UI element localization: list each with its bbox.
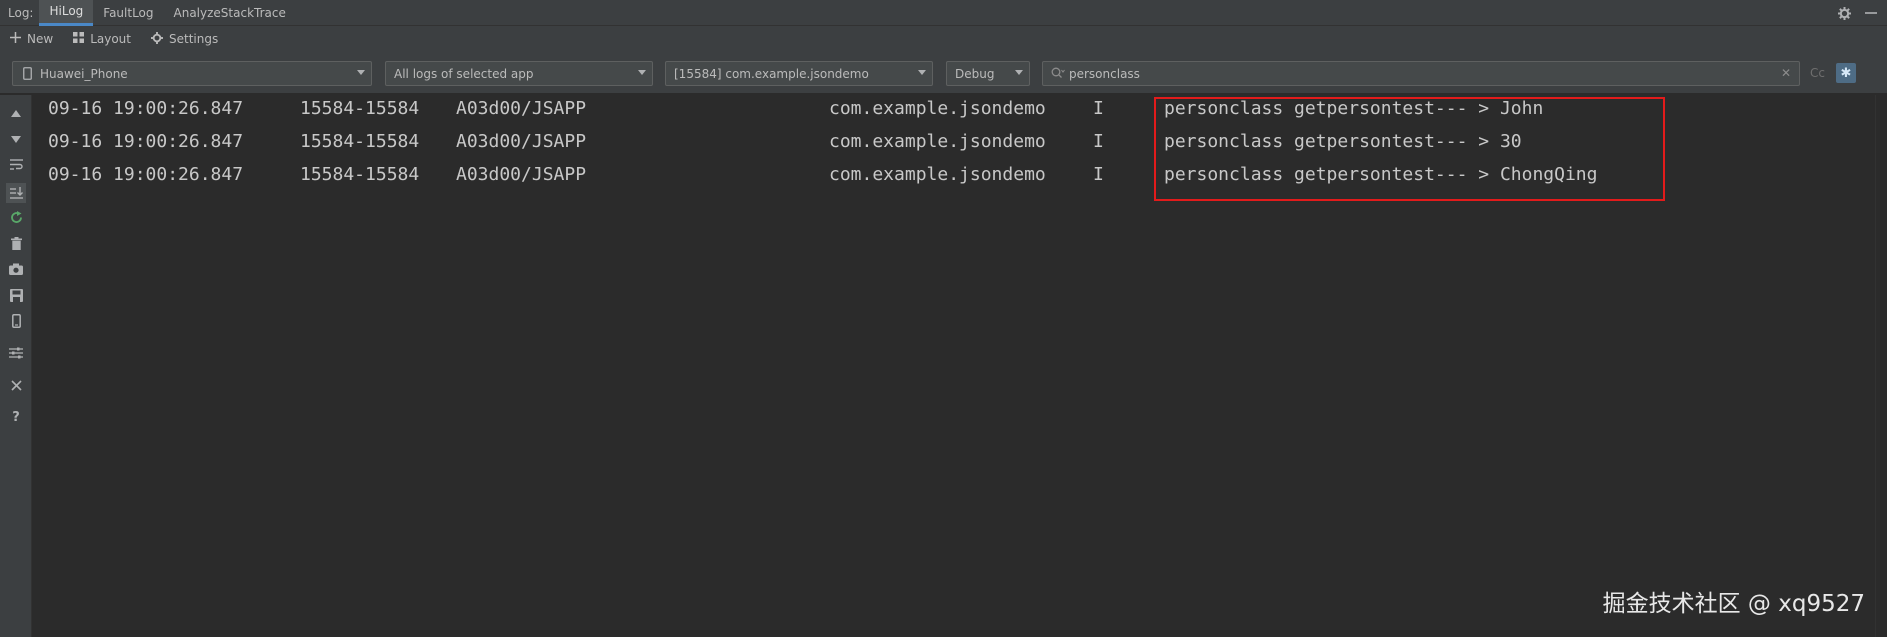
- filter-settings-icon[interactable]: [8, 345, 24, 361]
- settings-label: Settings: [168, 32, 219, 46]
- close-icon[interactable]: [8, 377, 24, 393]
- log-row: 09-16 19:00:26.847 15584-15584 A03d00/JS…: [33, 161, 1833, 188]
- log-pid: 15584-15584: [300, 131, 420, 152]
- device-select[interactable]: Huawei_Phone: [12, 61, 372, 86]
- log-tab-bar: Log: HiLog FaultLog AnalyzeStackTrace: [0, 0, 1887, 26]
- device-value: Huawei_Phone: [40, 66, 128, 81]
- log-pid: 15584-15584: [300, 164, 420, 185]
- trash-icon[interactable]: [8, 235, 24, 251]
- scope-select[interactable]: All logs of selected app: [385, 61, 653, 86]
- chevron-down-icon: [638, 70, 646, 75]
- settings-button[interactable]: Settings: [141, 31, 228, 47]
- filter-row: Huawei_Phone All logs of selected app [1…: [0, 52, 1887, 94]
- new-button[interactable]: New: [0, 32, 63, 46]
- log-package: com.example.jsondemo: [829, 98, 1046, 119]
- level-value: Debug: [955, 66, 995, 81]
- process-select[interactable]: [15584] com.example.jsondemo: [665, 61, 933, 86]
- log-label: Log:: [8, 5, 34, 20]
- save-icon[interactable]: [8, 287, 24, 303]
- gear-icon: [150, 31, 163, 47]
- log-row: 09-16 19:00:26.847 15584-15584 A03d00/JS…: [33, 95, 1833, 122]
- log-time: 09-16 19:00:26.847: [48, 98, 244, 119]
- close-icon[interactable]: ✕: [1781, 66, 1791, 80]
- match-case-toggle[interactable]: Cc: [1810, 66, 1825, 80]
- scope-value: All logs of selected app: [394, 66, 534, 81]
- tab-label: FaultLog: [103, 5, 154, 20]
- tab-label: HiLog: [49, 4, 84, 18]
- log-message: personclass getpersontest--- > 30: [1164, 131, 1522, 152]
- log-package: com.example.jsondemo: [829, 164, 1046, 185]
- log-time: 09-16 19:00:26.847: [48, 164, 244, 185]
- log-level: I: [1093, 164, 1104, 185]
- help-icon[interactable]: ?: [8, 409, 24, 425]
- log-side-toolbar: ?: [0, 95, 32, 637]
- layout-label: Layout: [90, 32, 131, 46]
- chevron-down-icon: [357, 70, 365, 75]
- log-time: 09-16 19:00:26.847: [48, 131, 244, 152]
- search-icon: [1051, 67, 1065, 83]
- log-package: com.example.jsondemo: [829, 131, 1046, 152]
- vertical-scrollbar[interactable]: [1875, 95, 1887, 637]
- log-pid: 15584-15584: [300, 98, 420, 119]
- gear-icon[interactable]: [1838, 6, 1851, 20]
- process-value: [15584] com.example.jsondemo: [674, 66, 869, 81]
- restart-icon[interactable]: [8, 209, 24, 225]
- phone-icon: [23, 67, 32, 80]
- layout-button[interactable]: Layout: [63, 32, 141, 46]
- tab-faultlog[interactable]: FaultLog: [93, 0, 163, 26]
- tab-hilog[interactable]: HiLog: [39, 0, 94, 26]
- minimize-icon[interactable]: [1865, 7, 1877, 19]
- log-level: I: [1093, 131, 1104, 152]
- tab-label: AnalyzeStackTrace: [173, 5, 286, 20]
- log-tag: A03d00/JSAPP: [456, 98, 587, 119]
- log-output[interactable]: 09-16 19:00:26.847 15584-15584 A03d00/JS…: [33, 95, 1875, 637]
- log-row: 09-16 19:00:26.847 15584-15584 A03d00/JS…: [33, 128, 1833, 155]
- chevron-down-icon: [1015, 70, 1023, 75]
- tab-analyzestacktrace[interactable]: AnalyzeStackTrace: [164, 0, 296, 26]
- camera-icon[interactable]: [8, 261, 24, 277]
- log-message: personclass getpersontest--- > ChongQing: [1164, 164, 1598, 185]
- search-field[interactable]: personclass ✕: [1042, 61, 1800, 86]
- watermark: 掘金技术社区 @ xq9527: [1602, 591, 1865, 617]
- grid-icon: [73, 32, 85, 46]
- level-select[interactable]: Debug: [946, 61, 1030, 86]
- chevron-down-icon: [918, 70, 926, 75]
- log-level: I: [1093, 98, 1104, 119]
- search-input[interactable]: personclass: [1069, 67, 1140, 81]
- log-message: personclass getpersontest--- > John: [1164, 98, 1544, 119]
- log-toolbar: New Layout Settings: [0, 26, 1887, 52]
- device-icon[interactable]: [8, 313, 24, 329]
- scroll-to-end-icon[interactable]: [6, 183, 26, 203]
- new-label: New: [27, 32, 54, 46]
- plus-icon: [10, 32, 21, 46]
- arrow-down-icon[interactable]: [8, 131, 24, 147]
- regex-icon[interactable]: ✱: [1836, 63, 1856, 83]
- log-tag: A03d00/JSAPP: [456, 164, 587, 185]
- log-tag: A03d00/JSAPP: [456, 131, 587, 152]
- soft-wrap-icon[interactable]: [8, 157, 24, 173]
- arrow-up-icon[interactable]: [8, 105, 24, 121]
